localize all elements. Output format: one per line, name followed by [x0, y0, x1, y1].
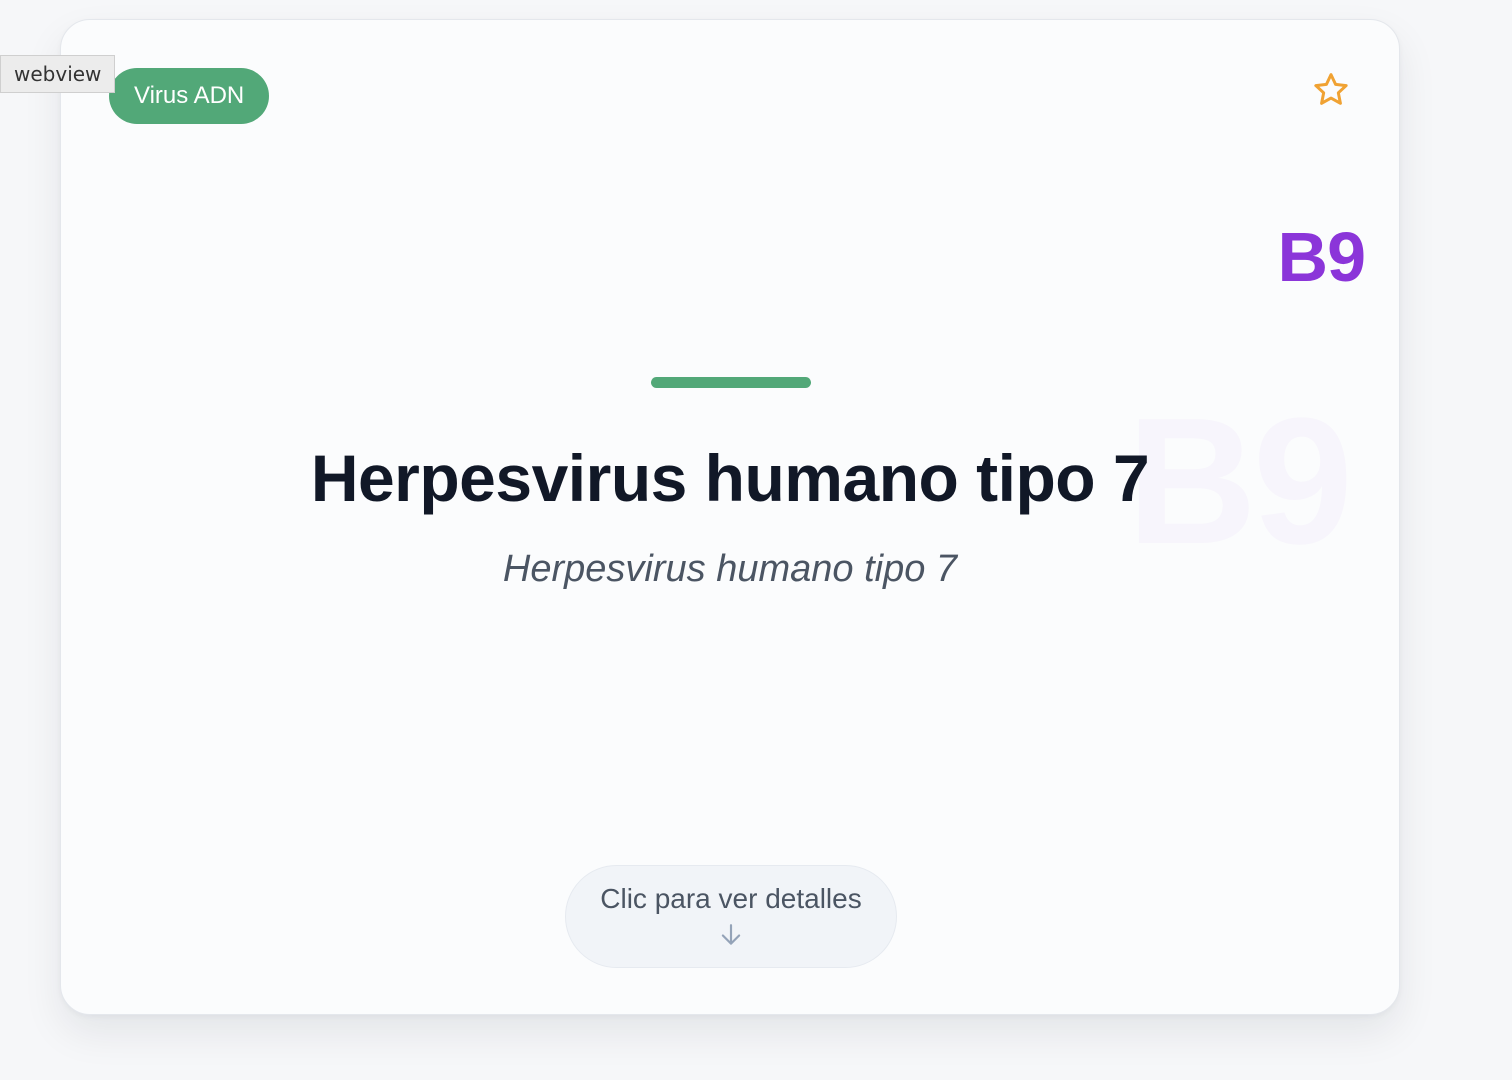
virus-card[interactable]: Virus ADN B9 B9 Herpesvirus humano tipo … — [60, 19, 1400, 1015]
view-details-button[interactable]: Clic para ver detalles — [565, 865, 897, 968]
accent-divider — [651, 377, 811, 388]
arrow-down-icon — [721, 924, 741, 945]
page: Virus ADN B9 B9 Herpesvirus humano tipo … — [0, 0, 1512, 1080]
virus-code: B9 — [1277, 218, 1366, 296]
virus-scientific-name: Herpesvirus humano tipo 7 — [502, 548, 958, 590]
star-outline-icon — [1314, 73, 1348, 105]
category-badge: Virus ADN — [109, 68, 270, 124]
virus-title: Herpesvirus humano tipo 7 — [310, 441, 1150, 515]
webview-label: webview — [0, 55, 116, 93]
favorite-button[interactable] — [1309, 68, 1353, 112]
view-details-label: Clic para ver detalles — [600, 883, 862, 914]
